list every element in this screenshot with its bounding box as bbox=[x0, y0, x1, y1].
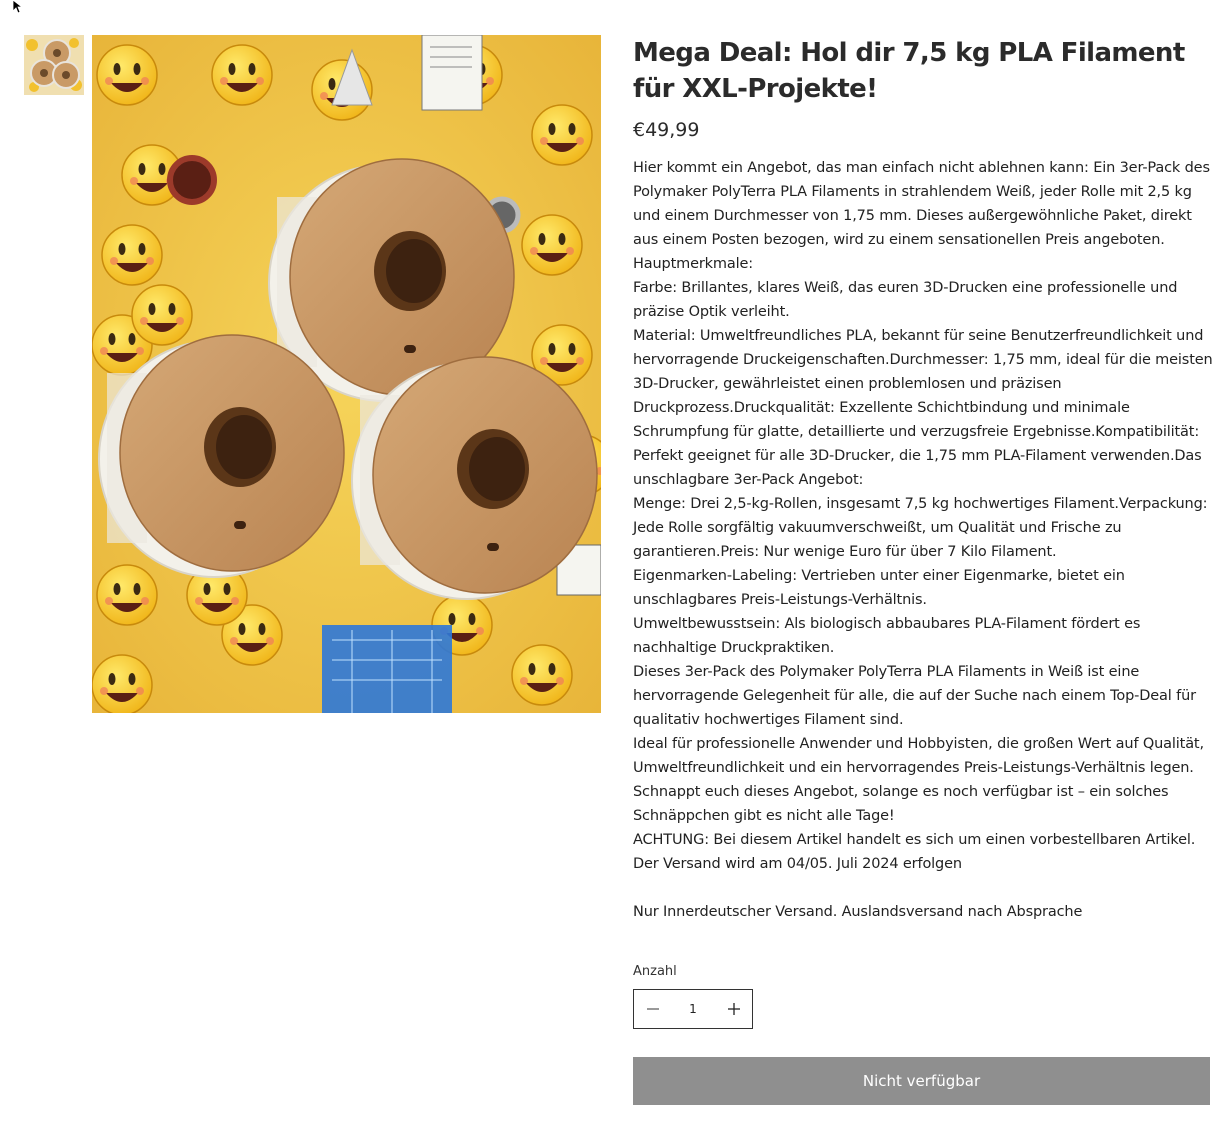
increment-button[interactable] bbox=[715, 990, 752, 1028]
quantity-input[interactable] bbox=[671, 1001, 715, 1017]
product-price: €49,99 bbox=[633, 119, 700, 141]
thumbnail-image bbox=[24, 35, 84, 95]
description-paragraph: Ideal für professionelle Anwender und Ho… bbox=[633, 736, 1204, 824]
description-paragraph: Material: Umweltfreundliches PLA, bekann… bbox=[633, 328, 1213, 488]
minus-icon bbox=[646, 1008, 659, 1010]
arrow-cursor-icon bbox=[12, 0, 24, 14]
quantity-label: Anzahl bbox=[633, 964, 677, 979]
shipping-note: Nur Innerdeutscher Versand. Auslandsvers… bbox=[633, 904, 1083, 920]
description-paragraph: Hier kommt ein Angebot, das man einfach … bbox=[633, 160, 1210, 248]
description-paragraph: Farbe: Brillantes, klares Weiß, das eure… bbox=[633, 280, 1178, 320]
description-paragraph: Eigenmarken-Labeling: Vertrieben unter e… bbox=[633, 568, 1125, 608]
decrement-button[interactable] bbox=[634, 990, 671, 1028]
description-paragraph: ACHTUNG: Bei diesem Artikel handelt es s… bbox=[633, 832, 1196, 872]
product-description: Hier kommt ein Angebot, das man einfach … bbox=[633, 156, 1213, 924]
gallery-thumbnail[interactable] bbox=[24, 35, 84, 95]
description-paragraph: Umweltbewusstsein: Als biologisch abbaub… bbox=[633, 616, 1141, 656]
product-main-image[interactable] bbox=[92, 35, 601, 713]
description-paragraph: Dieses 3er-Pack des Polymaker PolyTerra … bbox=[633, 664, 1196, 728]
plus-icon bbox=[727, 1003, 740, 1015]
add-to-cart-button[interactable]: Nicht verfügbar bbox=[633, 1057, 1210, 1105]
description-paragraph: Hauptmerkmale: bbox=[633, 256, 754, 272]
product-title: Mega Deal: Hol dir 7,5 kg PLA Filament f… bbox=[633, 38, 1185, 104]
quantity-stepper bbox=[633, 989, 753, 1029]
product-image-illustration bbox=[92, 35, 601, 713]
product-info: Mega Deal: Hol dir 7,5 kg PLA Filament f… bbox=[633, 35, 1213, 924]
description-paragraph: Menge: Drei 2,5-kg-Rollen, insgesamt 7,5… bbox=[633, 496, 1208, 560]
